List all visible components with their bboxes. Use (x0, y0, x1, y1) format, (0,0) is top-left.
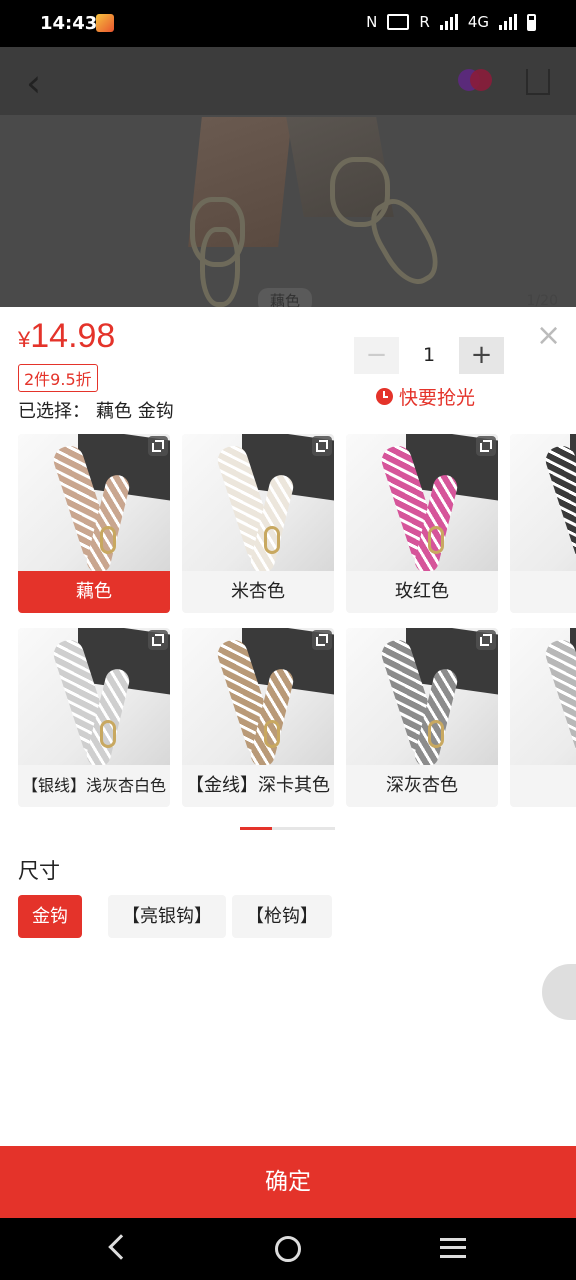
color-option-image (182, 434, 334, 571)
brand-logo-icon (458, 69, 492, 91)
size-option[interactable]: 金钩 (18, 895, 82, 938)
increase-button[interactable]: + (459, 337, 504, 374)
quantity-value[interactable]: 1 (399, 337, 459, 374)
back-arrow-icon[interactable]: ‹ (26, 61, 41, 105)
scroll-indicator-thumb (240, 827, 272, 830)
nav-back-icon[interactable] (108, 1234, 134, 1260)
nfc-icon: N (366, 13, 378, 31)
image-counter: 1/20 (526, 293, 558, 307)
color-option-image (18, 434, 170, 571)
price-value: 14.98 (30, 317, 116, 355)
color-option-label: 浅 (510, 765, 576, 807)
color-option-label: 藕色 (18, 571, 170, 613)
sku-selection-sheet: ¥14.98 2件9.5折 已选择： 藕色 金钩 × − 1 + 快要抢光 藕色 (0, 307, 576, 1219)
color-option-image (510, 628, 576, 765)
selected-value: 藕色 金钩 (96, 401, 174, 422)
color-option-card[interactable]: 浅 (510, 628, 576, 807)
size-option[interactable]: 【枪钩】 (232, 895, 332, 938)
roaming-indicator: R (419, 13, 430, 31)
nav-menu-icon[interactable] (440, 1238, 466, 1258)
system-navigation-bar (0, 1218, 576, 1280)
share-icon[interactable] (526, 69, 550, 95)
expand-icon[interactable] (312, 630, 332, 650)
image-variant-tag: 藕色 (258, 288, 313, 307)
expand-icon[interactable] (148, 436, 168, 456)
color-option-label: 【银线】浅灰杏白色 (21, 776, 166, 795)
color-option-label: 玫红色 (395, 581, 449, 602)
color-option-label: 【金线】深卡其色 (186, 775, 330, 796)
hook-clip (264, 720, 280, 748)
app-notification-icon (96, 14, 114, 32)
color-option-label: 米杏色 (231, 581, 285, 602)
close-icon[interactable]: × (536, 321, 561, 351)
expand-icon[interactable] (312, 436, 332, 456)
color-option-card[interactable]: 黑 (510, 434, 576, 613)
network-type: 4G (467, 13, 489, 31)
color-option-image (18, 628, 170, 765)
hook-clip (264, 526, 280, 554)
color-options-grid: 藕色 米杏色 玫红色 【银线】浅灰杏白色 【金线】深卡其色 深灰杏色 (18, 434, 576, 814)
stock-warning: 快要抢光 (376, 383, 475, 410)
strap-band (542, 442, 576, 566)
selected-prefix: 已选择： (18, 401, 90, 422)
color-option-card[interactable]: 玫红色 (346, 434, 498, 613)
status-time: 14:43 (40, 13, 98, 34)
color-option-card[interactable]: 米杏色 (182, 434, 334, 613)
strap-band (542, 636, 576, 760)
decrease-button[interactable]: − (354, 337, 399, 374)
discount-badge: 2件9.5折 (18, 364, 98, 392)
status-bar: 14:43 N R 4G (0, 0, 576, 47)
hook-clip (428, 526, 444, 554)
cast-icon (387, 14, 410, 30)
color-option-label: 深灰杏色 (386, 775, 458, 796)
horizontal-scroll-indicator (240, 827, 335, 830)
price: ¥14.98 (18, 317, 115, 356)
size-section-title: 尺寸 (18, 859, 60, 883)
color-option-image (346, 628, 498, 765)
color-option-image (346, 434, 498, 571)
hook-clip (428, 720, 444, 748)
color-option-label: 黑 (510, 571, 576, 613)
hook-clip (100, 720, 116, 748)
color-option-card[interactable]: 【银线】浅灰杏白色 (18, 628, 170, 807)
expand-icon[interactable] (476, 436, 496, 456)
expand-icon[interactable] (476, 630, 496, 650)
confirm-button[interactable]: 确定 (0, 1146, 576, 1218)
size-option[interactable]: 【亮银钩】 (108, 895, 226, 938)
color-option-card[interactable]: 藕色 (18, 434, 170, 613)
hook-clip (100, 526, 116, 554)
quantity-stepper: − 1 + (354, 337, 504, 374)
color-option-card[interactable]: 深灰杏色 (346, 628, 498, 807)
clock-icon (376, 388, 393, 405)
selected-summary: 已选择： 藕色 金钩 (18, 397, 174, 423)
stock-warning-text: 快要抢光 (399, 387, 476, 409)
nav-home-icon[interactable] (275, 1236, 301, 1262)
currency-symbol: ¥ (18, 327, 31, 352)
signal-icon (439, 14, 458, 30)
product-image-hook (200, 227, 240, 307)
color-option-card[interactable]: 【金线】深卡其色 (182, 628, 334, 807)
expand-icon[interactable] (148, 630, 168, 650)
color-option-image (182, 628, 334, 765)
battery-icon (527, 13, 536, 31)
product-page-backdrop[interactable]: ‹ 藕色 1/20 (0, 47, 576, 307)
color-option-image (510, 434, 576, 571)
signal-icon-2 (499, 14, 517, 30)
status-icons: N R 4G (366, 13, 536, 31)
